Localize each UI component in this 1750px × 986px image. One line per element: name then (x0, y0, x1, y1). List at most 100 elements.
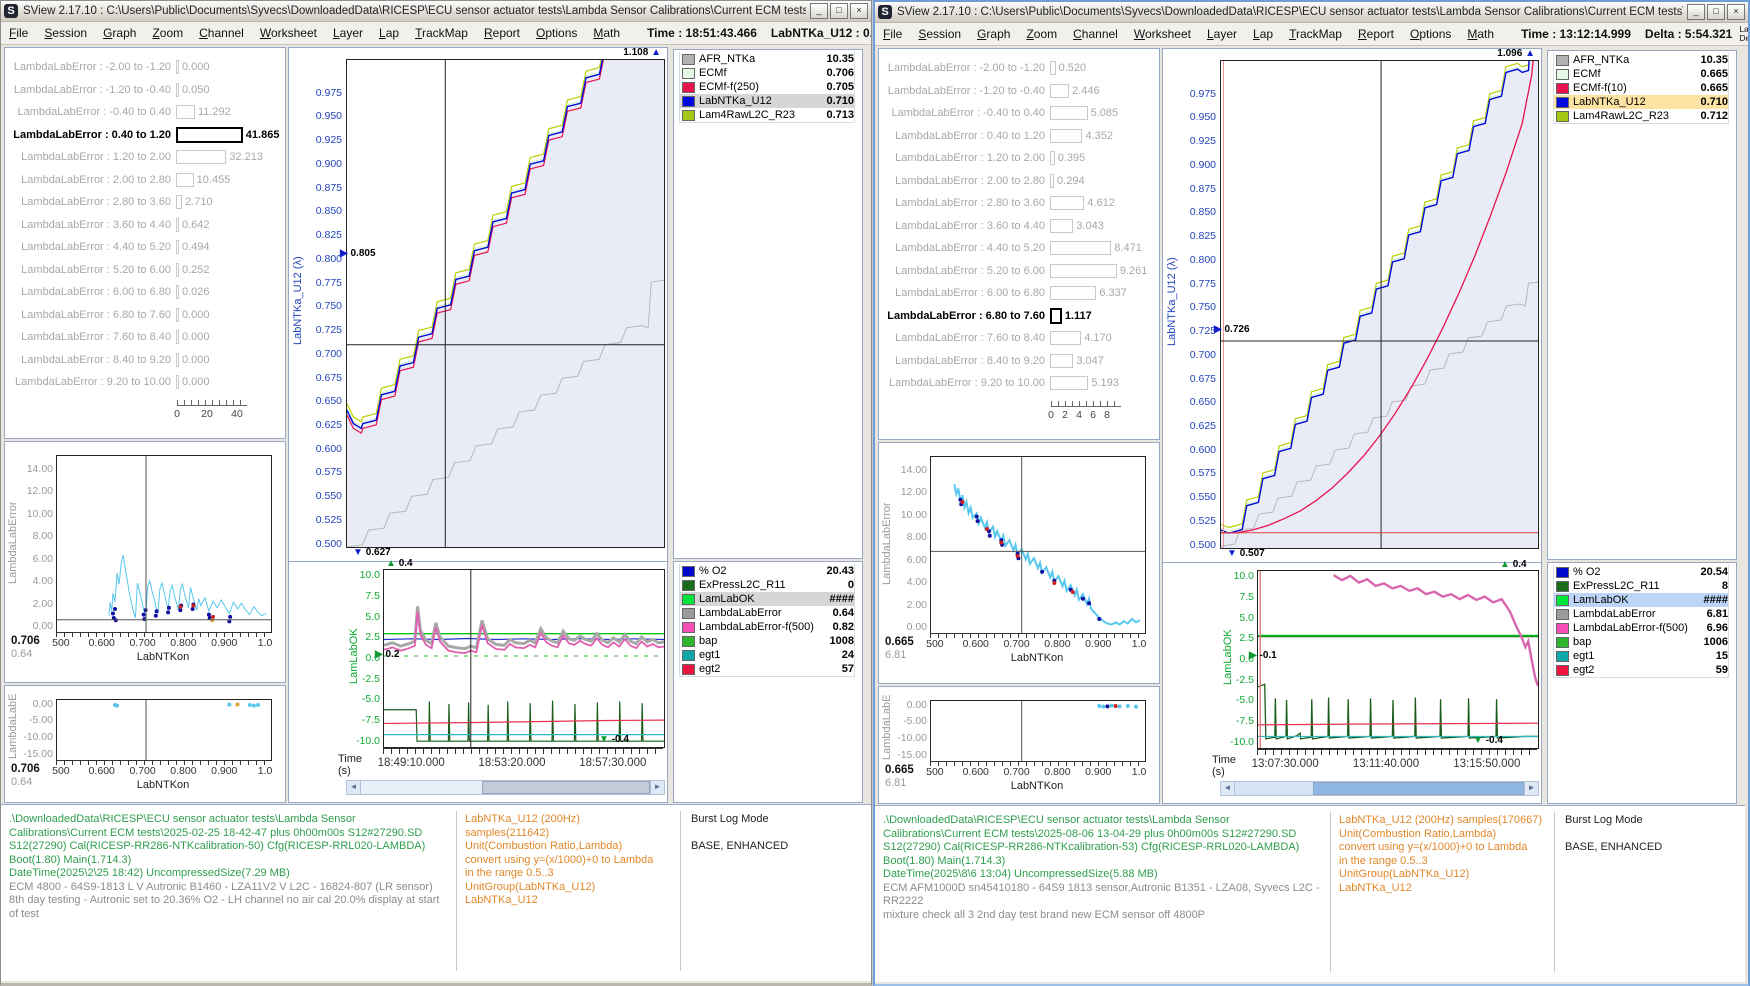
legend-row-bap[interactable]: bap1008 (679, 634, 855, 649)
minimize-button[interactable]: _ (1687, 4, 1705, 20)
histogram-row[interactable]: LambdaLabError : 2.80 to 3.602.710 (5, 191, 283, 213)
histogram-row[interactable]: LambdaLabError : 2.00 to 2.8010.455 (5, 169, 283, 191)
histogram-row[interactable]: LambdaLabError : 6.00 to 6.806.337 (879, 282, 1157, 304)
menu-zoom[interactable]: Zoom (1018, 27, 1065, 41)
menu-math[interactable]: Math (1459, 27, 1502, 41)
legend-row-lamlabok[interactable]: LamLabOK#### (679, 592, 855, 607)
menu-math[interactable]: Math (585, 26, 628, 40)
legend-row-egt1[interactable]: egt115 (1553, 649, 1729, 664)
legend-row-afr-ntka[interactable]: AFR_NTKa10.35 (679, 52, 855, 67)
menu-channel[interactable]: Channel (191, 26, 252, 40)
maximize-button[interactable]: □ (830, 3, 848, 19)
menu-worksheet[interactable]: Worksheet (1126, 27, 1199, 41)
scroll-right-icon[interactable]: ► (1524, 782, 1538, 795)
scatter1-plot[interactable] (930, 456, 1146, 634)
legend-row-labntka-u12[interactable]: LabNTKa_U120.710 (1553, 95, 1729, 110)
legend-row-bap[interactable]: bap1006 (1553, 635, 1729, 650)
menu-channel[interactable]: Channel (1065, 27, 1126, 41)
histogram-row[interactable]: LambdaLabError : 6.80 to 7.600.000 (5, 304, 283, 326)
menu-lap[interactable]: Lap (1245, 27, 1281, 41)
histogram-row[interactable]: LambdaLabError : 4.40 to 5.208.471 (879, 237, 1157, 259)
legend-row-egt2[interactable]: egt257 (679, 662, 855, 677)
histogram-row[interactable]: LambdaLabError : 7.60 to 8.404.170 (879, 327, 1157, 349)
histogram-row[interactable]: LambdaLabError : 2.80 to 3.604.612 (879, 192, 1157, 214)
legend-row-ecmf[interactable]: ECMf0.706 (679, 66, 855, 81)
histogram-row[interactable]: LambdaLabError : 9.20 to 10.005.193 (879, 372, 1157, 394)
titlebar[interactable]: SSView 2.17.10 : C:\Users\Public\Documen… (875, 2, 1748, 23)
histogram-row[interactable]: LambdaLabError : 4.40 to 5.200.494 (5, 236, 283, 258)
legend-row-egt2[interactable]: egt259 (1553, 663, 1729, 678)
legend-row-expressl2c-r11[interactable]: ExPressL2C_R110 (679, 578, 855, 593)
scrollbar-thumb[interactable] (482, 781, 650, 794)
histogram-row[interactable]: LambdaLabError : -2.00 to -1.200.000 (5, 56, 283, 78)
histogram-row[interactable]: LambdaLabError : -2.00 to -1.200.520 (879, 57, 1157, 79)
main-chart-plot[interactable] (1220, 60, 1539, 549)
menu-lap[interactable]: Lap (371, 26, 407, 40)
legend-row-lam4rawl2c-r23[interactable]: Lam4RawL2C_R230.713 (679, 108, 855, 123)
histogram-row[interactable]: LambdaLabError : 6.00 to 6.800.026 (5, 281, 283, 303)
main-chart-plot[interactable] (346, 59, 665, 548)
menu-zoom[interactable]: Zoom (144, 26, 191, 40)
scrollbar-track[interactable] (1235, 782, 1524, 795)
close-button[interactable]: × (1727, 4, 1745, 20)
scrollbar-thumb[interactable] (1313, 782, 1524, 795)
legend-row-egt1[interactable]: egt124 (679, 648, 855, 663)
histogram-row[interactable]: LambdaLabError : 0.40 to 1.2041.865 (5, 124, 283, 146)
histogram-row[interactable]: LambdaLabError : -0.40 to 0.4011.292 (5, 101, 283, 123)
minimize-button[interactable]: _ (810, 3, 828, 19)
histogram-row[interactable]: LambdaLabError : 5.20 to 6.000.252 (5, 259, 283, 281)
histogram-row[interactable]: LambdaLabError : 3.60 to 4.403.043 (879, 215, 1157, 237)
menu-options[interactable]: Options (1402, 27, 1459, 41)
legend-row-ecmf-f-250-[interactable]: ECMf-f(250)0.705 (679, 80, 855, 95)
menu-graph[interactable]: Graph (95, 26, 144, 40)
menu-file[interactable]: File (1, 26, 36, 40)
time-scrollbar[interactable]: ◄► (1220, 781, 1539, 796)
menu-session[interactable]: Session (910, 27, 969, 41)
scatter2-plot[interactable] (56, 699, 272, 761)
histogram-row[interactable]: LambdaLabError : 2.00 to 2.800.294 (879, 170, 1157, 192)
histogram-row[interactable]: LambdaLabError : 7.60 to 8.400.000 (5, 326, 283, 348)
legend-row-afr-ntka[interactable]: AFR_NTKa10.35 (1553, 53, 1729, 68)
legend-row-lam4rawl2c-r23[interactable]: Lam4RawL2C_R230.712 (1553, 109, 1729, 124)
menu-worksheet[interactable]: Worksheet (252, 26, 325, 40)
legend-row-ecmf[interactable]: ECMf0.665 (1553, 67, 1729, 82)
legend-row-labntka-u12[interactable]: LabNTKa_U120.710 (679, 94, 855, 109)
histogram-row[interactable]: LambdaLabError : 9.20 to 10.000.000 (5, 371, 283, 393)
legend-row-lambdalaberror-f-500-[interactable]: LambdaLabError-f(500)6.96 (1553, 621, 1729, 636)
time-scrollbar[interactable]: ◄► (346, 780, 665, 795)
menu-file[interactable]: File (875, 27, 910, 41)
menu-layer[interactable]: Layer (1199, 27, 1245, 41)
scrollbar-track[interactable] (361, 781, 650, 794)
scroll-right-icon[interactable]: ► (650, 781, 664, 794)
titlebar[interactable]: SSView 2.17.10 : C:\Users\Public\Documen… (1, 1, 871, 22)
menu-layer[interactable]: Layer (325, 26, 371, 40)
menu-report[interactable]: Report (476, 26, 528, 40)
histogram-row[interactable]: LambdaLabError : 5.20 to 6.009.261 (879, 260, 1157, 282)
histogram-row[interactable]: LambdaLabError : 6.80 to 7.601.117 (879, 305, 1157, 327)
legend-row-ecmf-f-10-[interactable]: ECMf-f(10)0.665 (1553, 81, 1729, 96)
legend-row-lambdalaberror[interactable]: LambdaLabError6.81 (1553, 607, 1729, 622)
scroll-left-icon[interactable]: ◄ (347, 781, 361, 794)
menu-trackmap[interactable]: TrackMap (407, 26, 476, 40)
menu-options[interactable]: Options (528, 26, 585, 40)
histogram-row[interactable]: LambdaLabError : 0.40 to 1.204.352 (879, 125, 1157, 147)
histogram-row[interactable]: LambdaLabError : -1.20 to -0.402.446 (879, 80, 1157, 102)
histogram-row[interactable]: LambdaLabError : 3.60 to 4.400.642 (5, 214, 283, 236)
histogram-row[interactable]: LambdaLabError : -1.20 to -0.400.050 (5, 79, 283, 101)
legend-row-lamlabok[interactable]: LamLabOK#### (1553, 593, 1729, 608)
maximize-button[interactable]: □ (1707, 4, 1725, 20)
scroll-left-icon[interactable]: ◄ (1221, 782, 1235, 795)
histogram-row[interactable]: LambdaLabError : 1.20 to 2.0032.213 (5, 146, 283, 168)
legend-row--o2[interactable]: % O220.54 (1553, 565, 1729, 580)
histogram-row[interactable]: LambdaLabError : -0.40 to 0.405.085 (879, 102, 1157, 124)
menu-graph[interactable]: Graph (969, 27, 1018, 41)
legend-row--o2[interactable]: % O220.43 (679, 564, 855, 579)
legend-row-lambdalaberror-f-500-[interactable]: LambdaLabError-f(500)0.82 (679, 620, 855, 635)
histogram-row[interactable]: LambdaLabError : 1.20 to 2.000.395 (879, 147, 1157, 169)
menu-trackmap[interactable]: TrackMap (1281, 27, 1350, 41)
menu-report[interactable]: Report (1350, 27, 1402, 41)
close-button[interactable]: × (850, 3, 868, 19)
scatter2-plot[interactable] (930, 700, 1146, 762)
menu-session[interactable]: Session (36, 26, 95, 40)
histogram-row[interactable]: LambdaLabError : 8.40 to 9.203.047 (879, 350, 1157, 372)
